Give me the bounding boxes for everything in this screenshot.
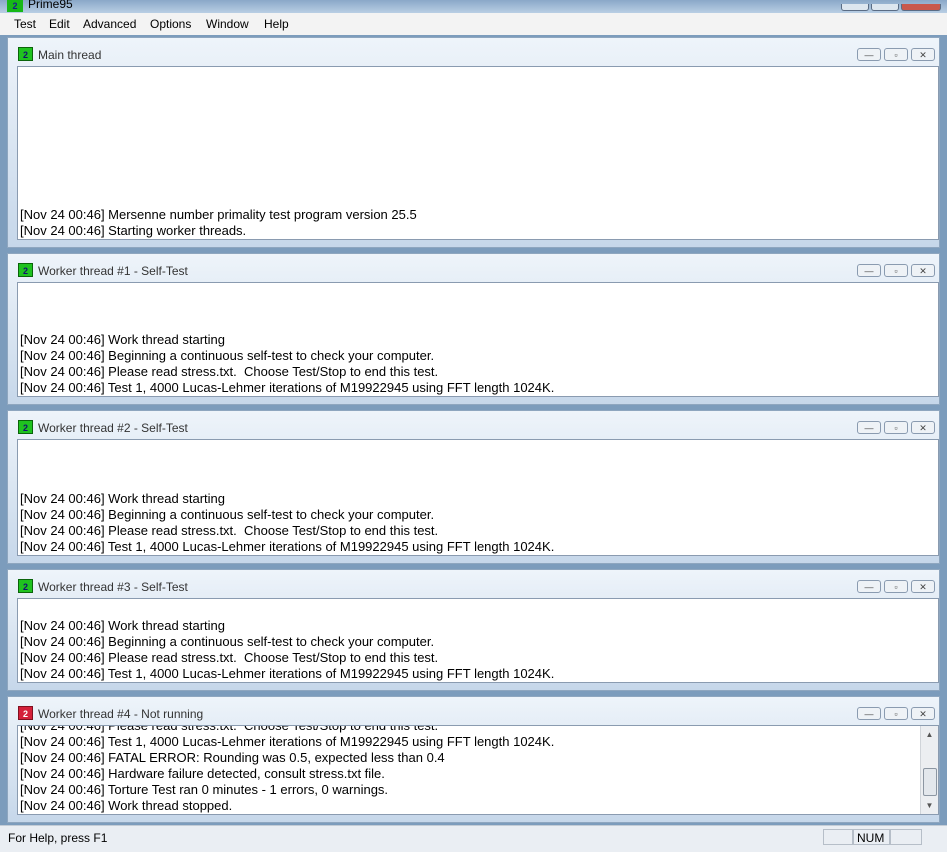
log-line: [Nov 24 00:46] Torture Test ran 0 minute… (20, 782, 389, 797)
minimize-button[interactable]: — (857, 264, 881, 277)
log-line: [Nov 24 00:46] Beginning a continuous se… (20, 507, 435, 522)
log-lines: [Nov 24 00:46] Mersenne number primality… (20, 207, 938, 239)
close-button[interactable] (901, 4, 941, 11)
child-window-title: Worker thread #2 - Self-Test (38, 421, 188, 435)
menu-bar: Test Edit Advanced Options Window Help (0, 13, 947, 36)
log-line: [Nov 24 00:46] Test 1, 4000 Lucas-Lehmer… (20, 539, 555, 554)
close-button[interactable]: ✕ (911, 421, 935, 434)
prime95-stopped-icon: 2 (18, 706, 33, 720)
menu-test[interactable]: Test (14, 17, 36, 31)
log-line: [Nov 24 00:46] Test 1, 4000 Lucas-Lehmer… (20, 666, 555, 681)
scroll-up-arrow-icon[interactable]: ▲ (921, 726, 938, 743)
log-line: [Nov 24 00:46] Test 1, 4000 Lucas-Lehmer… (20, 734, 555, 749)
main-thread-window[interactable]: 2 Main thread — ▫ ✕ [Nov 24 00:46] Mersenn… (7, 37, 940, 248)
log-line: [Nov 24 00:46] Starting worker threads. (20, 223, 247, 238)
child-window-title: Worker thread #4 - Not running (38, 707, 204, 721)
child-window-buttons: — ▫ ✕ (854, 706, 935, 720)
child-window-buttons: — ▫ ✕ (854, 263, 935, 277)
log-line: [Nov 24 00:46] Test 1, 4000 Lucas-Lehmer… (20, 380, 555, 395)
child-window-title: Main thread (38, 48, 102, 62)
maximize-button[interactable]: ▫ (884, 264, 908, 277)
log-output[interactable]: [Nov 24 00:46] Work thread starting [Nov… (17, 439, 939, 556)
log-line: [Nov 24 00:46] Work thread starting (20, 491, 225, 506)
status-num-lock: NUM (853, 829, 890, 845)
log-line: [Nov 24 00:46] Please read stress.txt. C… (20, 725, 439, 733)
menu-advanced[interactable]: Advanced (83, 17, 136, 31)
child-window-title: Worker thread #1 - Self-Test (38, 264, 188, 278)
maximize-button[interactable]: ▫ (884, 580, 908, 593)
log-line: [Nov 24 00:46] Please read stress.txt. C… (20, 523, 439, 538)
minimize-button[interactable]: — (857, 707, 881, 720)
child-window-title: Worker thread #3 - Self-Test (38, 580, 188, 594)
menu-window[interactable]: Window (206, 17, 249, 31)
vertical-scrollbar[interactable]: ▲ ▼ (920, 726, 938, 814)
log-line: [Nov 24 00:46] Please read stress.txt. C… (20, 364, 439, 379)
log-line: [Nov 24 00:46] Hardware failure detected… (20, 766, 385, 781)
mdi-client-area: 2 Main thread — ▫ ✕ [Nov 24 00:46] Mersenn… (0, 35, 947, 825)
menu-help[interactable]: Help (264, 17, 289, 31)
child-title-bar[interactable]: 2 Main thread — ▫ ✕ (8, 38, 939, 66)
maximize-button[interactable] (871, 4, 899, 11)
maximize-button[interactable]: ▫ (884, 421, 908, 434)
maximize-button[interactable]: ▫ (884, 48, 908, 61)
child-window-buttons: — ▫ ✕ (854, 420, 935, 434)
minimize-button[interactable]: — (857, 48, 881, 61)
menu-options[interactable]: Options (150, 17, 191, 31)
worker-thread-4-window[interactable]: 2 Worker thread #4 - Not running — ▫ ✕ [No… (7, 696, 940, 823)
child-title-bar[interactable]: 2 Worker thread #4 - Not running — ▫ ✕ (8, 697, 939, 725)
log-line: [Nov 24 00:46] Beginning a continuous se… (20, 348, 435, 363)
log-line: [Nov 24 00:46] Please read stress.txt. C… (20, 650, 439, 665)
close-button[interactable]: ✕ (911, 580, 935, 593)
worker-thread-1-window[interactable]: 2 Worker thread #1 - Self-Test — ▫ ✕ [Nov … (7, 253, 940, 405)
log-line: [Nov 24 00:46] Work thread starting (20, 618, 225, 633)
scrollbar-thumb[interactable] (923, 768, 937, 796)
close-button[interactable]: ✕ (911, 264, 935, 277)
child-title-bar[interactable]: 2 Worker thread #3 - Self-Test — ▫ ✕ (8, 570, 939, 598)
log-line: [Nov 24 00:46] FATAL ERROR: Rounding was… (20, 750, 445, 765)
window-caption-buttons (839, 0, 941, 11)
prime95-icon: 2 (18, 263, 33, 277)
close-button[interactable]: ✕ (911, 707, 935, 720)
prime95-icon: 2 (7, 0, 23, 12)
prime95-icon: 2 (18, 47, 33, 61)
minimize-button[interactable]: — (857, 421, 881, 434)
child-window-buttons: — ▫ ✕ (854, 47, 935, 61)
status-bar: For Help, press F1 NUM (0, 825, 947, 852)
prime95-icon: 2 (18, 420, 33, 434)
log-lines: [Nov 24 00:46] Work thread starting [Nov… (20, 332, 938, 396)
log-output[interactable]: [Nov 24 00:46] Mersenne number primality… (17, 66, 939, 240)
log-line: [Nov 24 00:46] Mersenne number primality… (20, 207, 417, 222)
menu-edit[interactable]: Edit (49, 17, 70, 31)
worker-thread-2-window[interactable]: 2 Worker thread #2 - Self-Test — ▫ ✕ [Nov … (7, 410, 940, 564)
scroll-down-arrow-icon[interactable]: ▼ (921, 797, 938, 814)
log-line: [Nov 24 00:46] Beginning a continuous se… (20, 634, 435, 649)
status-help-text: For Help, press F1 (8, 831, 108, 845)
minimize-button[interactable]: — (857, 580, 881, 593)
app-title-bar[interactable]: 2 Prime95 (0, 0, 947, 13)
log-lines: [Nov 24 00:46] Work thread starting [Nov… (20, 491, 938, 555)
log-line: [Nov 24 00:46] Work thread starting (20, 332, 225, 347)
maximize-button[interactable]: ▫ (884, 707, 908, 720)
close-button[interactable]: ✕ (911, 48, 935, 61)
child-title-bar[interactable]: 2 Worker thread #2 - Self-Test — ▫ ✕ (8, 411, 939, 439)
log-lines: [Nov 24 00:46] Work thread starting [Nov… (20, 618, 938, 682)
child-title-bar[interactable]: 2 Worker thread #1 - Self-Test — ▫ ✕ (8, 254, 939, 282)
log-output[interactable]: [Nov 24 00:46] Work thread starting [Nov… (17, 598, 939, 683)
status-pane-empty (823, 829, 853, 845)
app-title: Prime95 (28, 0, 73, 11)
log-line: [Nov 24 00:46] Work thread stopped. (20, 798, 233, 813)
log-output[interactable]: [Nov 24 00:46] Please read stress.txt. C… (17, 725, 939, 815)
worker-thread-3-window[interactable]: 2 Worker thread #3 - Self-Test — ▫ ✕ [Nov … (7, 569, 940, 691)
minimize-button[interactable] (841, 4, 869, 11)
status-pane-empty (890, 829, 922, 845)
prime95-icon: 2 (18, 579, 33, 593)
child-window-buttons: — ▫ ✕ (854, 579, 935, 593)
log-output[interactable]: [Nov 24 00:46] Work thread starting [Nov… (17, 282, 939, 397)
log-lines: [Nov 24 00:46] Please read stress.txt. C… (20, 725, 920, 814)
